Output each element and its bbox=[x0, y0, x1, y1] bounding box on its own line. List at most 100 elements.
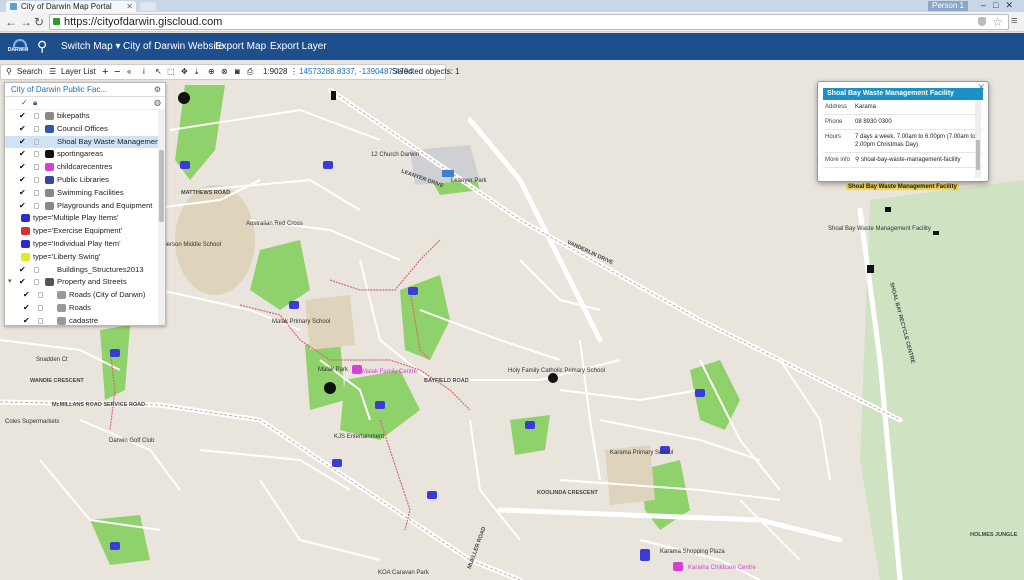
pointer-icon[interactable]: ↖ bbox=[155, 65, 162, 79]
rewind-icon[interactable]: « bbox=[127, 65, 131, 79]
layer-checkbox[interactable]: ✔ bbox=[19, 276, 26, 289]
info-icon[interactable]: i bbox=[143, 65, 145, 79]
layer-row[interactable]: type='Liberty Swing' bbox=[5, 251, 165, 264]
layer-row[interactable]: ✔ Public Libraries bbox=[5, 174, 165, 187]
print-icon[interactable]: ⎙ bbox=[247, 65, 253, 79]
new-tab-button[interactable] bbox=[140, 2, 156, 11]
layer-row[interactable]: ✔ childcarecentres bbox=[5, 161, 165, 174]
layer-checkbox[interactable]: ✔ bbox=[19, 200, 26, 213]
export-layer-link[interactable]: Export Layer bbox=[270, 41, 327, 52]
map-label-bayfield: BAYFIELD ROAD bbox=[424, 378, 469, 384]
zoom-out-icon[interactable]: − bbox=[114, 65, 120, 79]
layer-symbol-icon bbox=[57, 316, 66, 325]
lock-icon[interactable] bbox=[34, 279, 39, 286]
lock-icon[interactable] bbox=[34, 151, 39, 158]
profile-button[interactable]: Person 1 bbox=[928, 1, 968, 11]
lock-icon[interactable] bbox=[34, 164, 39, 171]
layer-row[interactable]: ✔ Buildings_Structures2013 bbox=[5, 264, 165, 277]
address-bar[interactable]: https://cityofdarwin.giscloud.com ☆ bbox=[49, 14, 1009, 30]
lock-icon[interactable] bbox=[34, 266, 39, 273]
lock-icon[interactable] bbox=[38, 317, 43, 324]
layer-checkbox[interactable]: ✔ bbox=[19, 136, 26, 149]
layer-checkbox[interactable]: ✔ bbox=[19, 148, 26, 161]
camera-icon[interactable]: ◙ bbox=[235, 65, 240, 79]
browser-tab[interactable]: City of Darwin Map Portal ✕ bbox=[6, 1, 136, 12]
layer-checkbox[interactable]: ✔ bbox=[23, 315, 30, 325]
forward-icon[interactable]: → bbox=[20, 14, 32, 30]
zoom-in-icon[interactable]: + bbox=[102, 65, 108, 79]
darwin-logo[interactable]: DARWIN bbox=[7, 39, 29, 54]
website-link[interactable]: City of Darwin Website bbox=[123, 41, 224, 52]
layer-panel-header[interactable]: City of Darwin Public Fac... ⚙ bbox=[5, 83, 165, 97]
list-icon[interactable]: ☰ bbox=[49, 65, 56, 79]
layers-icon[interactable]: ⚙ bbox=[154, 83, 161, 97]
layer-checkbox[interactable]: ✔ bbox=[19, 187, 26, 200]
layer-label: Public Libraries bbox=[57, 174, 109, 184]
layer-row[interactable]: ✔ Shoal Bay Waste Management Fac bbox=[5, 135, 165, 149]
layer-row[interactable]: ✔ Roads (City of Darwin) bbox=[5, 289, 165, 302]
more-info-link[interactable]: ⚲ shoal-bay-waste-management-facility bbox=[853, 152, 983, 168]
back-icon[interactable]: ← bbox=[5, 14, 17, 30]
layer-row[interactable]: ✔ bikepaths bbox=[5, 110, 165, 123]
collapse-icon[interactable]: ▾ bbox=[8, 276, 12, 289]
search-icon[interactable]: ⚲ bbox=[6, 65, 12, 79]
popup-scrollbar[interactable] bbox=[975, 100, 981, 178]
layer-checkbox[interactable]: ✔ bbox=[23, 289, 30, 302]
select-box-icon[interactable]: ⬚ bbox=[167, 65, 175, 79]
measure-icon[interactable]: ⊗ bbox=[221, 65, 228, 79]
layer-checkbox[interactable]: ✔ bbox=[19, 123, 26, 136]
layer-checkbox[interactable]: ✔ bbox=[19, 264, 26, 277]
map-label-malak-park: Malak Park bbox=[318, 367, 349, 373]
export-map-link[interactable]: Export Map bbox=[215, 41, 266, 52]
layer-row[interactable]: type='Individual Play Item' bbox=[5, 238, 165, 251]
lock-icon[interactable] bbox=[34, 176, 39, 183]
lock-icon[interactable] bbox=[34, 113, 39, 119]
layer-row[interactable]: ✔ Roads bbox=[5, 302, 165, 315]
layer-checkbox[interactable]: ✔ bbox=[23, 302, 30, 315]
pan-icon[interactable]: ✥ bbox=[181, 65, 188, 79]
layer-list-button[interactable]: Layer List bbox=[61, 65, 96, 79]
layer-row[interactable]: type='Multiple Play Items' bbox=[5, 212, 165, 225]
close-tab-icon[interactable]: ✕ bbox=[126, 1, 133, 12]
globe-icon[interactable]: ◍ bbox=[154, 98, 161, 107]
browser-menu-icon[interactable]: ≡ bbox=[1011, 15, 1021, 27]
layer-row[interactable]: ✔ Swimming Facilities bbox=[5, 187, 165, 200]
reload-icon[interactable]: ↻ bbox=[34, 14, 44, 30]
lock-icon[interactable] bbox=[34, 138, 39, 145]
layer-row[interactable]: type='Exercise Equipment' bbox=[5, 225, 165, 238]
search-icon[interactable]: ⚲ bbox=[37, 38, 47, 55]
zoom-icon[interactable]: ⊕ bbox=[208, 65, 215, 79]
app-navbar: DARWIN ⚲ Switch Map ▾ City of Darwin Web… bbox=[0, 33, 1024, 60]
lock-all-icon[interactable]: 🔒︎ bbox=[33, 98, 37, 108]
window-controls[interactable]: –□✕ bbox=[981, 0, 1020, 11]
layer-row[interactable]: ✔ cadastre bbox=[5, 315, 165, 325]
attr-value: Karama bbox=[853, 100, 983, 115]
map-search-button[interactable]: Search bbox=[17, 65, 42, 79]
switch-map-menu[interactable]: Switch Map ▾ bbox=[61, 41, 121, 52]
scroll-thumb[interactable] bbox=[159, 150, 164, 222]
lock-icon[interactable] bbox=[34, 202, 39, 209]
shield-icon[interactable] bbox=[978, 17, 986, 26]
map-label-mcmillans: McMILLANS ROAD SERVICE ROAD bbox=[52, 402, 146, 408]
layer-row[interactable]: ✔ Council Offices bbox=[5, 123, 165, 136]
layer-checkbox[interactable]: ✔ bbox=[19, 174, 26, 187]
layer-row[interactable]: ✔ sportingareas bbox=[5, 148, 165, 161]
lock-icon[interactable] bbox=[34, 125, 39, 132]
layer-row[interactable]: ✔ Playgrounds and Equipment bbox=[5, 200, 165, 213]
popup-row: More info ⚲ shoal-bay-waste-management-fa… bbox=[823, 152, 983, 168]
lock-icon[interactable] bbox=[38, 304, 43, 311]
lock-icon[interactable] bbox=[38, 292, 43, 299]
more-info-text[interactable]: shoal-bay-waste-management-facility bbox=[861, 157, 960, 163]
lock-icon[interactable] bbox=[34, 189, 39, 196]
attr-value: 7 days a week, 7.00am to 6.00pm (7.00am … bbox=[853, 129, 983, 153]
check-all-icon[interactable]: ✓ bbox=[21, 98, 28, 107]
layer-checkbox[interactable]: ✔ bbox=[19, 161, 26, 174]
download-icon[interactable]: ⤓ bbox=[195, 65, 199, 79]
map-label-malak-school: Malak Primary School bbox=[272, 319, 331, 325]
map-label-koolinda: KOOLINDA CRESCENT bbox=[537, 490, 598, 496]
layer-checkbox[interactable]: ✔ bbox=[19, 110, 26, 123]
layer-row[interactable]: ▾ ✔ Property and Streets bbox=[5, 276, 165, 289]
layer-scrollbar[interactable] bbox=[158, 110, 165, 325]
bookmark-star-icon[interactable]: ☆ bbox=[992, 15, 1003, 29]
popup-title: Shoal Bay Waste Management Facility bbox=[823, 88, 983, 100]
